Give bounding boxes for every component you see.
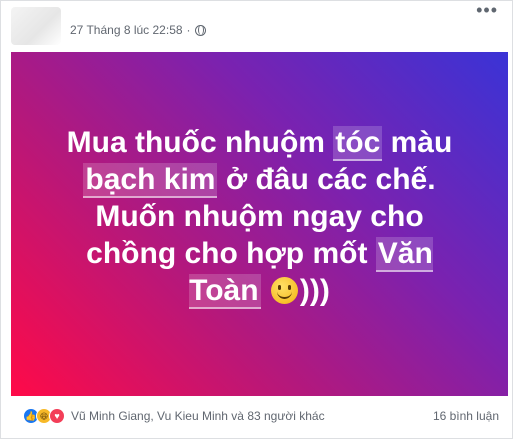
post-timestamp[interactable]: 27 Tháng 8 lúc 22:58 [70, 23, 183, 37]
meta-separator: · [186, 23, 191, 37]
post-text-segment: màu [382, 125, 453, 159]
avatar[interactable] [11, 7, 61, 45]
more-options-icon[interactable]: ••• [476, 1, 498, 19]
reaction-icons[interactable]: 👍 😆 ♥ [23, 408, 65, 424]
comments-count-link[interactable]: 16 bình luận [433, 409, 499, 423]
smiling-face-icon [270, 276, 298, 304]
post-background: Mua thuốc nhuộm tóc màu bạch kim ở đâu c… [11, 52, 508, 396]
globe-icon[interactable] [194, 24, 206, 36]
post-text-segment: Mua thuốc nhuộm [66, 125, 334, 159]
post-footer: 👍 😆 ♥ Vũ Minh Giang, Vu Kieu Minh và 83 … [23, 408, 499, 424]
post-card: 27 Tháng 8 lúc 22:58 · ••• Mua thuốc nhu… [0, 0, 513, 439]
post-text-segment: ))) [299, 273, 330, 307]
post-text: Mua thuốc nhuộm tóc màu bạch kim ở đâu c… [50, 124, 470, 309]
reactors-link[interactable]: Vũ Minh Giang, Vu Kieu Minh và 83 người … [71, 409, 325, 423]
hashtag-link[interactable]: bạch kim [83, 162, 218, 198]
post-meta: 27 Tháng 8 lúc 22:58 · [70, 23, 206, 37]
love-icon: ♥ [49, 408, 65, 424]
hashtag-link[interactable]: tóc [333, 125, 383, 161]
